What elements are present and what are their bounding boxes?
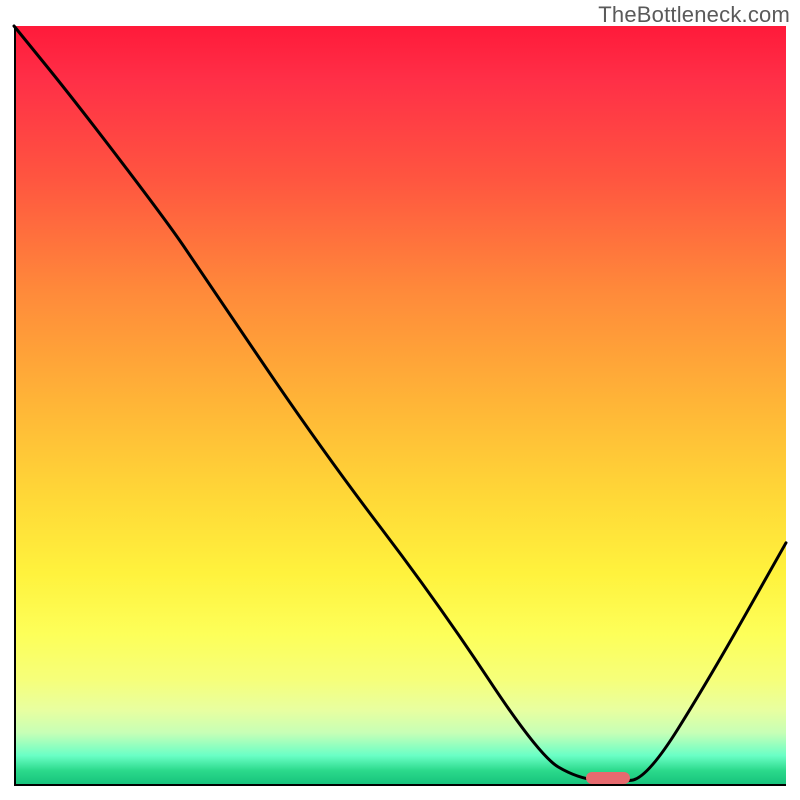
bottleneck-curve — [14, 26, 786, 786]
x-axis-line — [14, 784, 786, 786]
watermark-text: TheBottleneck.com — [598, 2, 790, 28]
chart-stage: TheBottleneck.com — [0, 0, 800, 800]
plot-area — [14, 26, 786, 786]
y-axis-line — [14, 26, 16, 786]
optimal-region-marker — [586, 772, 630, 784]
curve-path — [14, 26, 786, 781]
